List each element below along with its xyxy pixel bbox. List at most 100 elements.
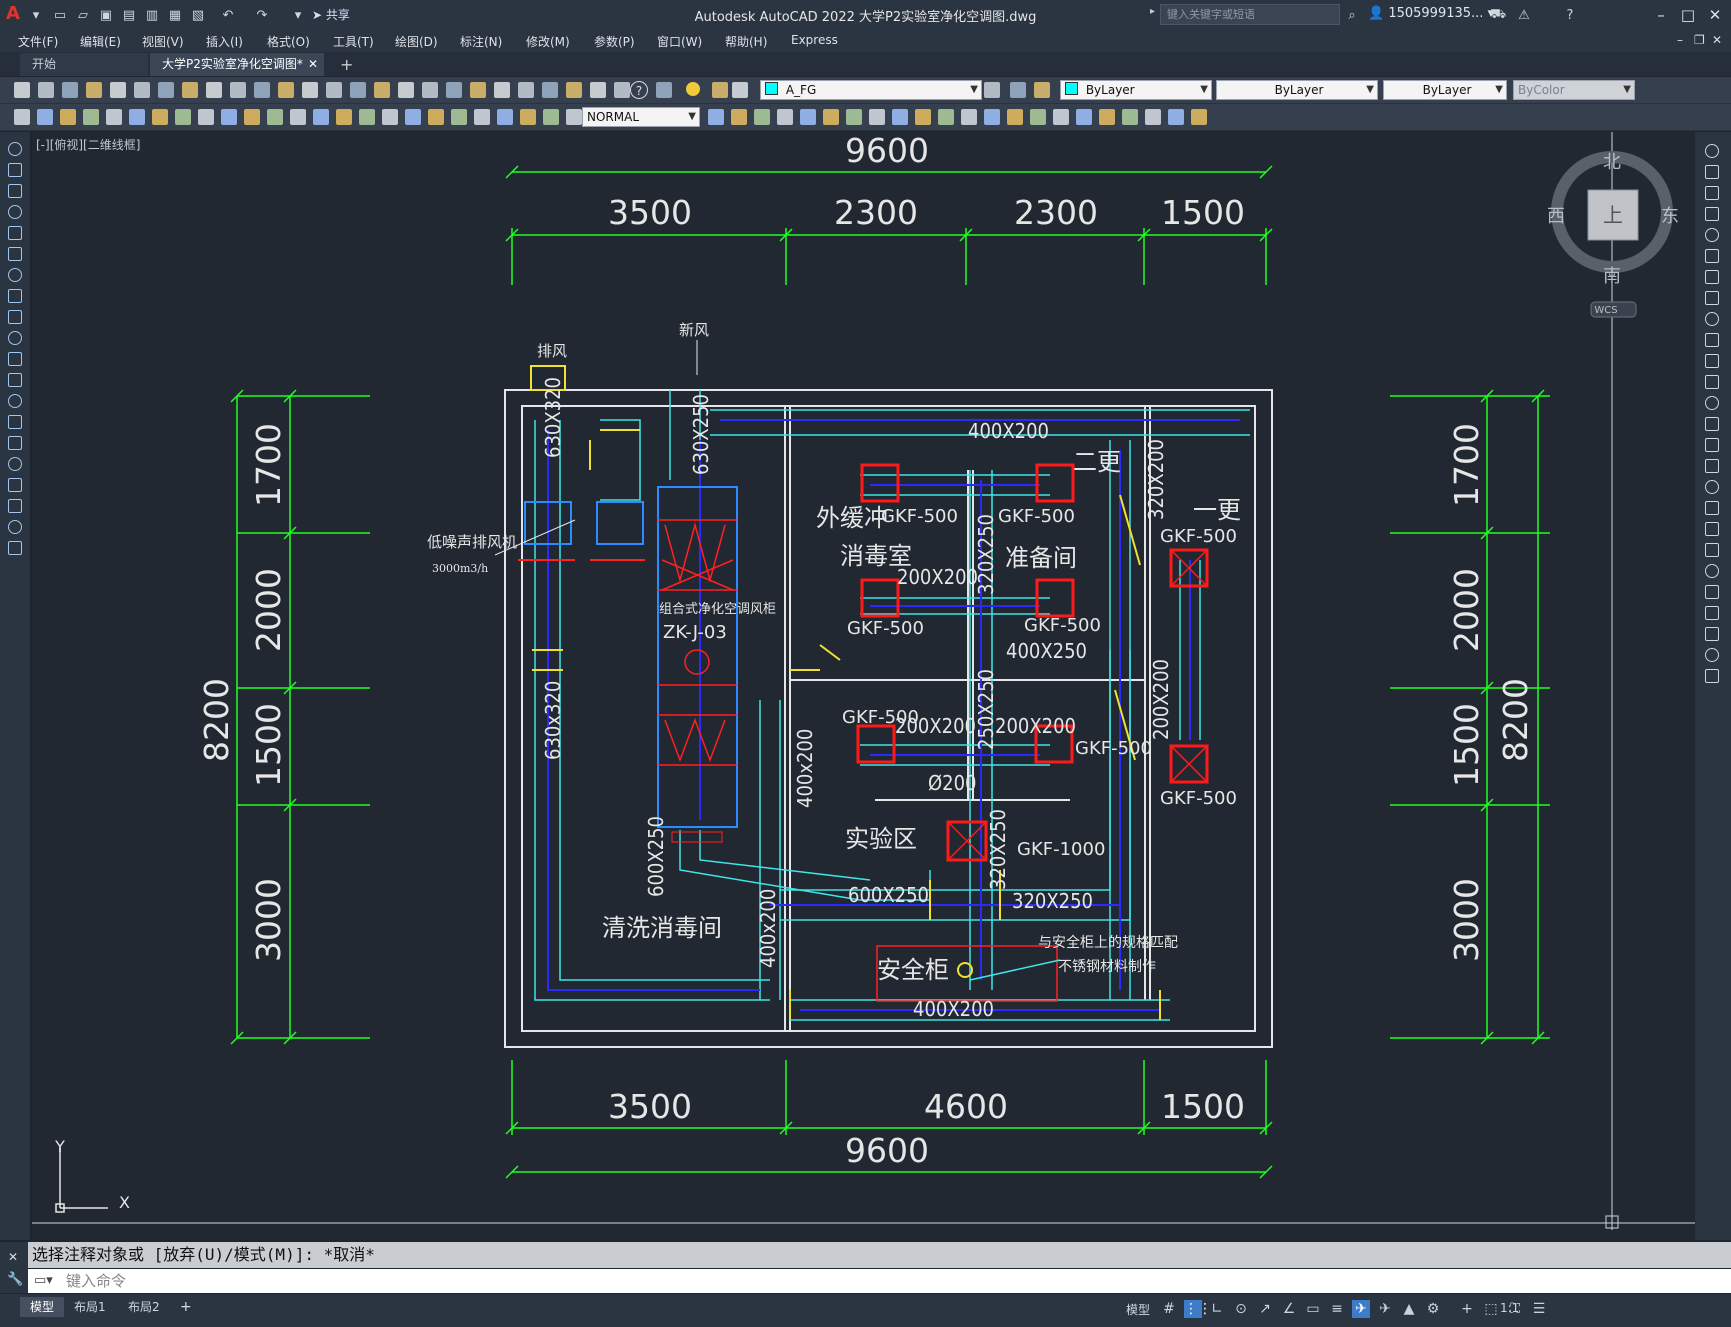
dimension-tool-icon[interactable] — [244, 109, 260, 125]
layer-state-icon[interactable] — [686, 82, 700, 96]
cad-drawing[interactable]: 9600 3500 2300 2300 1500 3500 4600 1500 … — [32, 132, 1695, 1240]
modify-tool-icon[interactable] — [1705, 564, 1719, 578]
modify-tool-icon[interactable] — [1705, 459, 1719, 473]
close-icon[interactable]: ✕ — [8, 1250, 18, 1264]
model-space-toggle[interactable]: 模型 — [1126, 1301, 1150, 1318]
draw-tool-icon[interactable] — [8, 268, 22, 282]
dimension-tool-icon[interactable] — [428, 109, 444, 125]
status-toggle-icon[interactable]: ⋮⋮ — [1184, 1300, 1212, 1318]
status-toggle-icon[interactable]: ⊙ — [1232, 1300, 1250, 1318]
modify-tool-icon[interactable] — [1705, 417, 1719, 431]
modify-tool-icon[interactable] — [1705, 249, 1719, 263]
dimension-tool-icon[interactable] — [1007, 109, 1023, 125]
dimension-tool-icon[interactable] — [984, 109, 1000, 125]
dimension-tool-icon[interactable] — [175, 109, 191, 125]
search-expand-icon[interactable]: ▸ — [1150, 6, 1155, 17]
modify-tool-icon[interactable] — [1705, 228, 1719, 242]
status-toggle-icon[interactable]: ⚙ — [1424, 1300, 1442, 1318]
status-toggle-icon[interactable]: ↗ — [1256, 1300, 1274, 1318]
linetype-dropdown[interactable]: ByLayer ▼ — [1216, 80, 1378, 100]
modify-tool-icon[interactable] — [1705, 270, 1719, 284]
standard-tool-icon[interactable] — [712, 82, 728, 98]
dimension-tool-icon[interactable] — [129, 109, 145, 125]
dimension-tool-icon[interactable] — [382, 109, 398, 125]
menu-edit[interactable]: 编辑(E) — [80, 33, 121, 50]
draw-tool-icon[interactable] — [8, 394, 22, 408]
dimension-tool-icon[interactable] — [14, 109, 30, 125]
standard-tool-icon[interactable] — [134, 82, 150, 98]
modify-tool-icon[interactable] — [1705, 396, 1719, 410]
dimension-tool-icon[interactable] — [1099, 109, 1115, 125]
status-toggle-icon[interactable]: ✈ — [1352, 1300, 1370, 1318]
search-icon[interactable]: ⌕ — [1342, 5, 1362, 25]
standard-tool-icon[interactable] — [398, 82, 414, 98]
close-icon[interactable]: ✕ — [1702, 4, 1728, 26]
status-toggle-icon[interactable]: ∠ — [1280, 1300, 1298, 1318]
menu-express[interactable]: Express — [791, 33, 838, 47]
dimension-tool-icon[interactable] — [1076, 109, 1092, 125]
dimension-tool-icon[interactable] — [731, 109, 747, 125]
user-button[interactable]: 👤 1505999135... ▾ — [1368, 6, 1494, 21]
dimension-tool-icon[interactable] — [267, 109, 283, 125]
maximize-icon[interactable]: □ — [1675, 4, 1701, 26]
dimension-tool-icon[interactable] — [198, 109, 214, 125]
standard-tool-icon[interactable] — [566, 82, 582, 98]
status-toggle-icon[interactable]: ⬚ — [1482, 1300, 1500, 1318]
standard-tool-icon[interactable] — [86, 82, 102, 98]
status-toggle-icon[interactable]: # — [1160, 1300, 1178, 1318]
dimension-tool-icon[interactable] — [823, 109, 839, 125]
standard-tool-icon[interactable] — [182, 82, 198, 98]
command-input[interactable]: ▭▾ 键入命令 — [28, 1269, 1731, 1293]
layout-tab-model[interactable]: 模型 — [20, 1297, 65, 1317]
status-toggle-icon[interactable]: + — [1458, 1300, 1476, 1318]
doc-restore-icon[interactable]: ❐ — [1694, 33, 1705, 47]
dimension-tool-icon[interactable] — [37, 109, 53, 125]
draw-tool-icon[interactable] — [8, 457, 22, 471]
dimension-tool-icon[interactable] — [777, 109, 793, 125]
modify-tool-icon[interactable] — [1705, 648, 1719, 662]
view-cube[interactable]: 上 北 南 东 西 WCS — [1547, 151, 1679, 318]
tab-drawing[interactable]: 大学P2实验室净化空调图* ✕ — [150, 53, 324, 76]
dimension-tool-icon[interactable] — [1191, 109, 1207, 125]
modify-tool-icon[interactable] — [1705, 438, 1719, 452]
standard-tool-icon[interactable] — [494, 82, 510, 98]
cart-icon[interactable]: ⛟ — [1488, 5, 1508, 25]
draw-tool-icon[interactable] — [8, 310, 22, 324]
modify-tool-icon[interactable] — [1705, 543, 1719, 557]
menu-dimension[interactable]: 标注(N) — [460, 33, 502, 50]
tab-close-icon[interactable]: ✕ — [308, 53, 318, 76]
doc-minimize-icon[interactable]: – — [1677, 33, 1683, 47]
dimension-tool-icon[interactable] — [451, 109, 467, 125]
modify-tool-icon[interactable] — [1705, 522, 1719, 536]
status-toggle-icon[interactable]: ▭ — [1304, 1300, 1322, 1318]
autodesk-app-icon[interactable]: ⚠ — [1514, 5, 1534, 25]
draw-tool-icon[interactable] — [8, 499, 22, 513]
dimension-tool-icon[interactable] — [915, 109, 931, 125]
modify-tool-icon[interactable] — [1705, 501, 1719, 515]
status-toggle-icon[interactable]: ▲ — [1400, 1300, 1418, 1318]
standard-tool-icon[interactable] — [62, 82, 78, 98]
dimension-tool-icon[interactable] — [359, 109, 375, 125]
text-style-dropdown[interactable]: NORMAL ▼ — [582, 107, 700, 127]
dimension-tool-icon[interactable] — [892, 109, 908, 125]
modify-tool-icon[interactable] — [1705, 186, 1719, 200]
menu-parametric[interactable]: 参数(P) — [594, 33, 635, 50]
standard-tool-icon[interactable] — [206, 82, 222, 98]
modify-tool-icon[interactable] — [1705, 144, 1719, 158]
draw-tool-icon[interactable] — [8, 331, 22, 345]
dimension-tool-icon[interactable] — [1030, 109, 1046, 125]
search-input[interactable]: 键入关键字或短语 — [1160, 4, 1340, 25]
standard-tool-icon[interactable] — [614, 82, 630, 98]
standard-tool-icon[interactable] — [326, 82, 342, 98]
menu-format[interactable]: 格式(O) — [267, 33, 310, 50]
layout-tab-2[interactable]: 布局2 — [118, 1297, 170, 1317]
new-tab-icon[interactable]: + — [340, 55, 353, 74]
draw-tool-icon[interactable] — [8, 205, 22, 219]
menu-view[interactable]: 视图(V) — [142, 33, 184, 50]
draw-tool-icon[interactable] — [8, 415, 22, 429]
layer-dropdown[interactable]: A_FG ▼ — [760, 80, 982, 100]
command-line-handle[interactable]: ✕ 🔧 — [0, 1242, 28, 1293]
menu-modify[interactable]: 修改(M) — [526, 33, 570, 50]
dimension-tool-icon[interactable] — [961, 109, 977, 125]
standard-tool-icon[interactable] — [38, 82, 54, 98]
